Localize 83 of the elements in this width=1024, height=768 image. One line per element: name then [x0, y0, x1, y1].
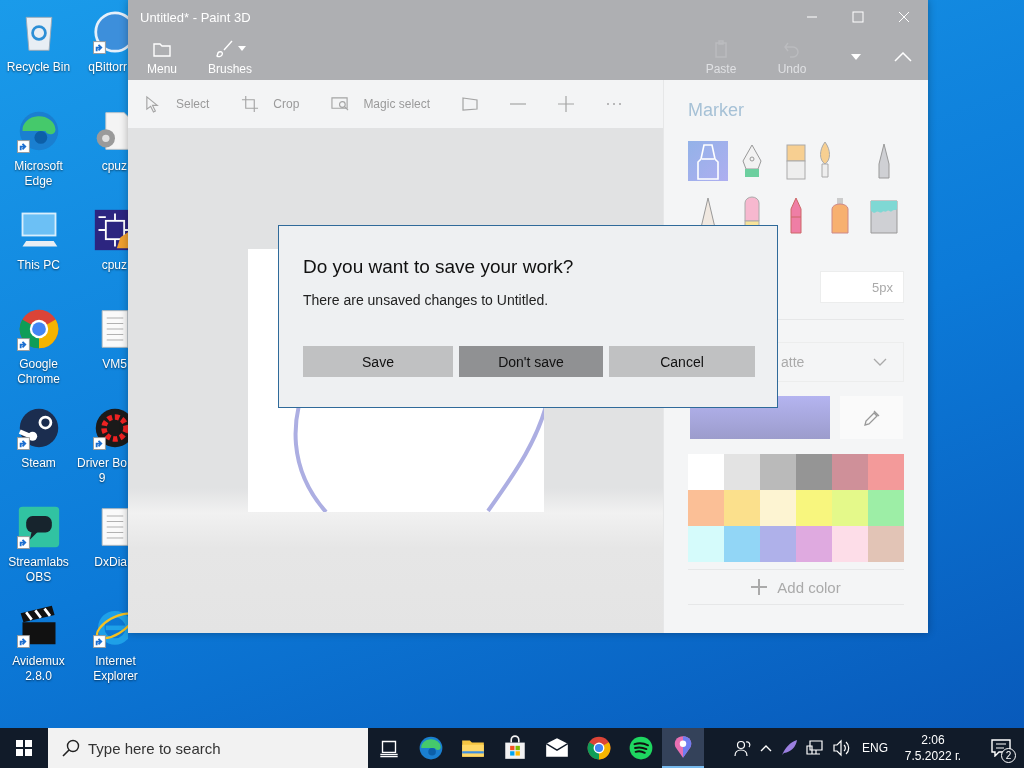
color-swatch[interactable] — [688, 454, 724, 490]
ribbon-button[interactable]: Menu — [132, 38, 192, 76]
crop-icon — [241, 95, 260, 113]
dialog-button[interactable]: Save — [303, 346, 453, 377]
speaker-icon[interactable] — [832, 739, 850, 757]
chevron-down-icon — [873, 358, 887, 366]
color-swatch[interactable] — [688, 526, 724, 562]
icon-label[interactable]: Avidemux 2.8.0 — [12, 654, 65, 684]
language-indicator[interactable]: ENG — [862, 741, 888, 755]
color-swatch[interactable] — [724, 490, 760, 526]
round-logo-icon[interactable] — [16, 406, 61, 450]
color-swatch[interactable] — [760, 490, 796, 526]
feather-icon[interactable] — [780, 739, 798, 757]
icon-label[interactable]: Microsoft Edge — [14, 159, 63, 189]
wave-logo-icon — [628, 735, 654, 761]
tool-button[interactable]: Crop — [241, 95, 300, 113]
dialog-message: There are unsaved changes to Untitled. — [303, 292, 550, 308]
icon-label[interactable]: Google Chrome — [17, 357, 60, 387]
app-logo-icon[interactable] — [93, 10, 128, 54]
icon-label[interactable]: qBittorr — [88, 60, 127, 75]
view-icon[interactable] — [462, 96, 479, 112]
thickness-field[interactable]: 5px — [820, 271, 904, 303]
dialog-title: Do you want to save your work? — [303, 256, 575, 278]
tool-button[interactable]: Magic select — [331, 95, 431, 113]
icon-label[interactable]: VM5 — [102, 357, 127, 372]
color-swatch[interactable] — [688, 490, 724, 526]
windows-logo-icon — [16, 740, 32, 756]
color-swatch[interactable] — [832, 526, 868, 562]
magic-select-icon — [331, 95, 350, 113]
eyedropper-icon — [862, 408, 881, 427]
icon-label[interactable]: Streamlabs OBS — [8, 555, 69, 585]
search-field[interactable]: Type here to search — [48, 728, 368, 768]
chevron-up-icon[interactable] — [760, 744, 772, 752]
plus-icon — [751, 579, 768, 595]
more-icon[interactable] — [606, 102, 623, 106]
chat-bot-icon[interactable] — [16, 505, 61, 549]
caret-icon[interactable] — [851, 54, 861, 60]
browser-logo-icon — [586, 735, 612, 761]
color-swatch[interactable] — [760, 454, 796, 490]
icon-label[interactable]: Driver Bo 9 — [77, 456, 127, 486]
icon-label[interactable]: Steam — [21, 456, 56, 471]
tool-button[interactable]: Select — [144, 95, 210, 113]
browser-logo-icon[interactable] — [16, 307, 61, 351]
maximize-icon[interactable] — [852, 11, 864, 23]
color-swatch[interactable] — [868, 490, 904, 526]
chip-icon[interactable] — [93, 208, 128, 252]
color-swatch[interactable] — [760, 526, 796, 562]
people-icon[interactable] — [734, 739, 752, 757]
icon-label[interactable]: Recycle Bin — [6, 60, 71, 75]
close-icon[interactable] — [898, 11, 910, 23]
color-swatch[interactable] — [868, 526, 904, 562]
panel-title: Marker — [688, 100, 745, 121]
color-swatch[interactable] — [832, 490, 868, 526]
color-swatch[interactable] — [796, 490, 832, 526]
color-swatch[interactable] — [796, 454, 832, 490]
color-swatch[interactable] — [796, 526, 832, 562]
round-brush-icon — [820, 141, 830, 178]
swirl-logo-icon — [418, 735, 444, 761]
notification-icon[interactable] — [991, 739, 1011, 757]
icon-label[interactable]: This PC — [17, 258, 60, 273]
icon-label[interactable]: cpuz — [101, 159, 127, 174]
icon-label[interactable]: Internet Explorer — [93, 654, 138, 684]
icon-label[interactable]: cpuz — [101, 258, 127, 273]
color-swatch[interactable] — [724, 454, 760, 490]
color-swatch[interactable] — [868, 454, 904, 490]
window-title: Untitled* - Paint 3D — [140, 9, 251, 25]
ribbon-button[interactable]: Brushes — [200, 38, 260, 76]
caret-icon — [237, 45, 246, 52]
color-swatch[interactable] — [724, 526, 760, 562]
swirl-logo-icon[interactable] — [16, 109, 61, 153]
zoom-in-icon[interactable] — [558, 96, 575, 112]
color-swatch[interactable] — [832, 454, 868, 490]
clock[interactable]: 2:06 7.5.2022 г. — [896, 732, 970, 764]
icon-label[interactable]: DxDia — [94, 555, 127, 570]
shopping-bag-icon — [502, 735, 528, 761]
brush-icon — [214, 38, 235, 59]
eyedropper-button[interactable] — [840, 396, 903, 439]
network-icon[interactable] — [806, 739, 824, 757]
notification-badge: 2 — [1001, 748, 1016, 763]
dialog-button[interactable]: Cancel — [609, 346, 755, 377]
add-color-button[interactable]: Add color — [688, 570, 904, 604]
dialog-button[interactable]: Don't save — [459, 346, 603, 377]
search-icon — [62, 739, 80, 757]
